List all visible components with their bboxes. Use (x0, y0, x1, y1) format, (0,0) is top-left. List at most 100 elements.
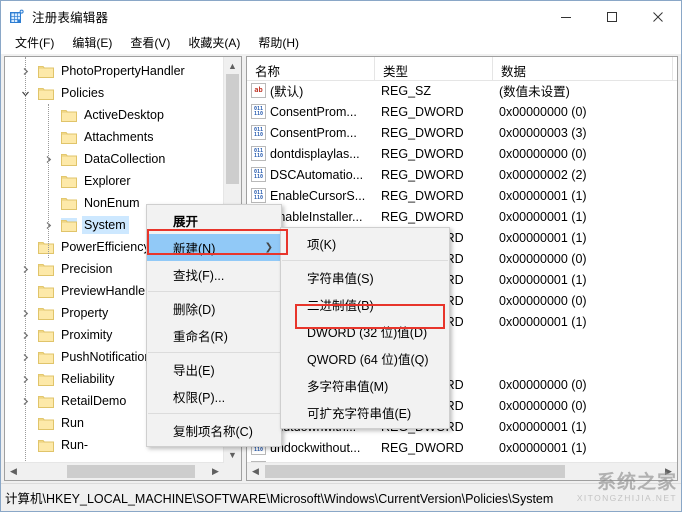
new-submenu-item-1[interactable]: 项(K) (281, 230, 449, 257)
new-submenu-item-label: DWORD (32 位)值(D) (307, 326, 428, 340)
dword-value-icon: 011110 (251, 188, 266, 203)
context-menu-item-7[interactable]: 权限(P)... (147, 383, 281, 410)
new-submenu-item-4[interactable]: DWORD (32 位)值(D) (281, 318, 449, 345)
tree-node-photopropertyhandler[interactable]: PhotoPropertyHandler (5, 60, 224, 82)
listview-row[interactable]: 011 110 DSCAutomatio... REG_DWORD 0x00000002… (247, 164, 677, 185)
listview-row[interactable]: 011110undockwithout...REG_DWORD0x0000000… (247, 437, 677, 458)
listview-row[interactable]: 011 110 dontdisplaylas... REG_DWORD 0x000000… (247, 143, 677, 164)
tree-scroll-left-arrow[interactable]: ◀ (5, 463, 22, 480)
listview-row[interactable]: 011110EnableInstaller...REG_DWORD0x00000… (247, 206, 677, 227)
value-name-cell: 011 110 ConsentProm... (247, 104, 375, 119)
folder-icon (61, 196, 77, 210)
new-submenu-item-label: 项(K) (307, 238, 337, 252)
tree-scroll-corner (224, 463, 241, 480)
listview-column-header-1[interactable]: 名称 (247, 57, 375, 80)
menubar-item-3[interactable]: 查看(V) (121, 32, 179, 54)
folder-icon (61, 218, 77, 232)
listview-row[interactable]: 011 110 EnableCursorS... REG_DWORD 0x0000000… (247, 185, 677, 206)
window-controls (543, 1, 681, 32)
tree-vertical-scroll-thumb[interactable] (226, 74, 239, 184)
value-data-cell: 0x00000000 (0) (499, 146, 587, 161)
folder-icon (38, 372, 54, 386)
tree-node-datacollection[interactable]: DataCollection (5, 148, 224, 170)
context-menu-item-2[interactable]: 新建(N) ❯ (147, 234, 281, 261)
listview-row[interactable]: 011 110 ConsentProm... REG_DWORD 0x00000003 … (247, 122, 677, 143)
context-menu-item-label: 展开 (173, 215, 199, 229)
new-submenu-item-label: 可扩充字符串值(E) (307, 407, 412, 421)
new-submenu-item-5[interactable]: QWORD (64 位)值(Q) (281, 345, 449, 372)
value-type-cell: REG_DWORD (381, 440, 464, 455)
context-menu-item-label: 重命名(R) (173, 330, 228, 344)
menubar-item-5[interactable]: 帮助(H) (249, 32, 308, 54)
context-menu-item-8[interactable]: 复制项名称(C) (147, 417, 281, 444)
value-data-cell: 0x00000000 (0) (499, 377, 587, 392)
maximize-button[interactable] (589, 1, 635, 32)
tree-horizontal-scroll-thumb[interactable] (67, 465, 195, 478)
value-name-text: EnableInstaller... (270, 209, 363, 224)
listview-row[interactable]: ab (默认) REG_SZ (数值未设置) (247, 80, 677, 101)
tree-scroll-down-arrow[interactable]: ▼ (224, 446, 241, 463)
value-data-cell: 0x00000000 (0) (499, 293, 587, 308)
folder-icon (38, 64, 54, 78)
listview-scroll-right-arrow[interactable]: ▶ (660, 463, 677, 480)
value-data-cell: 0x00000001 (1) (499, 440, 587, 455)
tree-node-explorer[interactable]: Explorer (5, 170, 224, 192)
close-button[interactable] (635, 1, 681, 32)
menubar-item-1[interactable]: 文件(F) (6, 32, 63, 54)
folder-icon (38, 394, 54, 408)
context-menu-item-label: 新建(N) (173, 242, 216, 256)
listview-row[interactable]: 011 110 ConsentProm... REG_DWORD 0x00000000 … (247, 101, 677, 122)
listview-horizontal-scroll-thumb[interactable] (265, 465, 565, 478)
tree-node-label: Property (61, 306, 109, 320)
tree-scroll-right-arrow[interactable]: ▶ (207, 463, 224, 480)
value-data-cell: 0x00000001 (1) (499, 188, 587, 203)
new-submenu-item-2[interactable]: 字符串值(S) (281, 264, 449, 291)
listview-column-header-3[interactable]: 数据 (493, 57, 673, 80)
registry-path: 计算机\HKEY_LOCAL_MACHINE\SOFTWARE\Microsof… (5, 492, 554, 506)
context-menu-item-3[interactable]: 查找(F)... (147, 261, 281, 288)
menubar: 文件(F) 编辑(E) 查看(V) 收藏夹(A) 帮助(H) (1, 32, 681, 54)
context-menu-item-6[interactable]: 导出(E) (147, 356, 281, 383)
tree-horizontal-scrollbar[interactable]: ◀ ▶ (5, 462, 224, 480)
context-menu-item-4[interactable]: 删除(D) (147, 295, 281, 322)
value-name-cell: 011 110 DSCAutomatio... (247, 167, 375, 182)
new-submenu-item-label: 多字符串值(M) (307, 380, 389, 394)
folder-icon (61, 174, 77, 188)
menubar-item-2[interactable]: 编辑(E) (63, 32, 121, 54)
context-menu-item-label: 删除(D) (173, 303, 216, 317)
new-submenu-item-6[interactable]: 多字符串值(M) (281, 372, 449, 399)
context-menu-item-5[interactable]: 重命名(R) (147, 322, 281, 349)
dword-value-icon: 011110 (251, 125, 266, 140)
folder-icon (38, 306, 54, 320)
tree-context-menu[interactable]: 展开新建(N) ❯ 查找(F)... 删除(D) 重命名(R) 导出(E) 权限(P)...… (146, 204, 282, 447)
tree-node-label: System (82, 216, 129, 234)
new-submenu[interactable]: 项(K) 字符串值(S) 二进制值(B) DWORD (32 位)值(D) QWORD … (280, 227, 450, 429)
new-submenu-item-3[interactable]: 二进制值(B) (281, 291, 449, 318)
value-data-cell: 0x00000000 (0) (499, 398, 587, 413)
listview-column-header-2[interactable]: 类型 (375, 57, 493, 80)
tree-node-policies[interactable]: Policies (5, 82, 224, 104)
value-name-cell: 011 110 ConsentProm... (247, 125, 375, 140)
value-data-cell: 0x00000001 (1) (499, 419, 587, 434)
value-name-text: ConsentProm... (270, 104, 357, 119)
menubar-item-4[interactable]: 收藏夹(A) (179, 32, 249, 54)
tree-scroll-up-arrow[interactable]: ▲ (224, 57, 241, 74)
listview-horizontal-scrollbar[interactable]: ◀ ▶ (247, 462, 677, 480)
tree-node-label: Reliability (61, 372, 115, 386)
tree-node-attachments[interactable]: Attachments (5, 126, 224, 148)
chevron-right-icon: ❯ (264, 242, 273, 253)
tree-node-label: NonEnum (84, 196, 140, 210)
folder-icon (38, 284, 54, 298)
tree-node-label: PhotoPropertyHandler (61, 64, 185, 78)
folder-icon (38, 240, 54, 254)
value-type-cell: REG_DWORD (381, 209, 464, 224)
listview-scroll-left-arrow[interactable]: ◀ (247, 463, 264, 480)
menu-separator (282, 260, 448, 261)
value-data-cell: 0x00000001 (1) (499, 230, 587, 245)
context-menu-item-1[interactable]: 展开 (147, 207, 281, 234)
minimize-button[interactable] (543, 1, 589, 32)
folder-icon (38, 350, 54, 364)
new-submenu-item-label: 二进制值(B) (307, 299, 374, 313)
new-submenu-item-7[interactable]: 可扩充字符串值(E) (281, 399, 449, 426)
tree-node-activedesktop[interactable]: ActiveDesktop (5, 104, 224, 126)
